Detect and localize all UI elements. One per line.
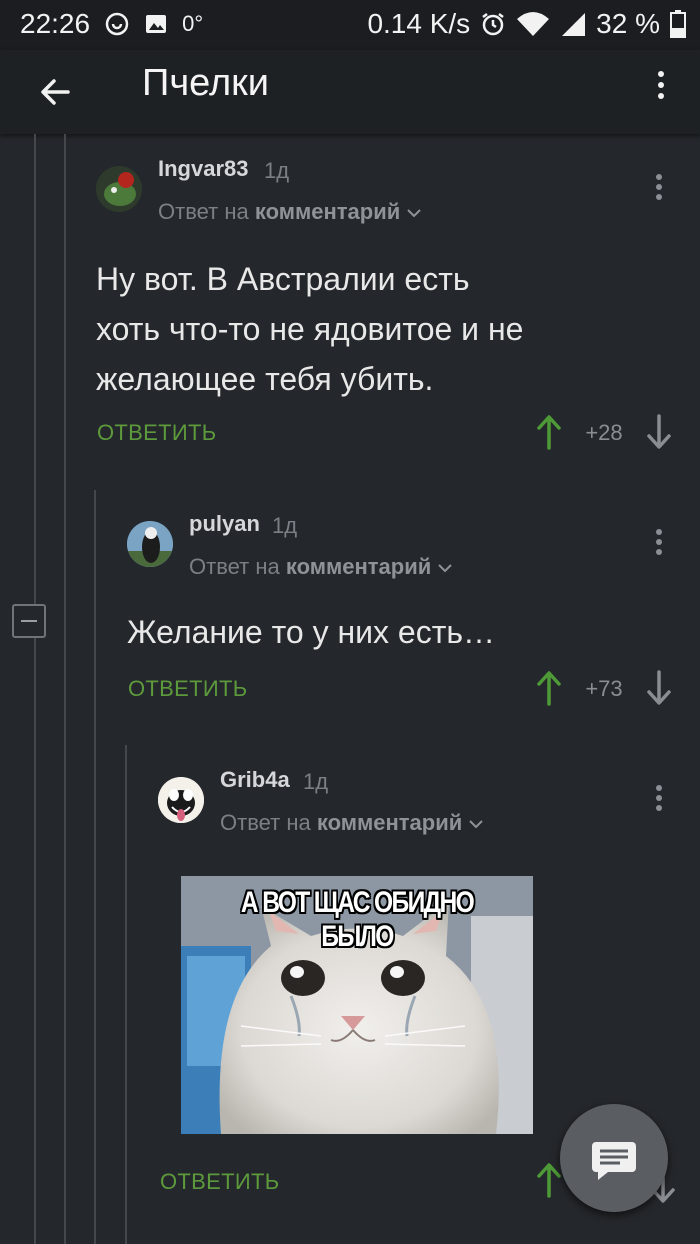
battery-icon <box>670 10 686 38</box>
comment-age: 1д <box>303 769 329 794</box>
upvote-icon[interactable] <box>534 670 564 706</box>
status-network-speed: 0.14 K/s <box>367 8 471 39</box>
reply-to-link[interactable]: Ответ на комментарий <box>189 554 453 580</box>
avatar[interactable] <box>158 777 204 823</box>
reply-to-target: комментарий <box>254 199 401 224</box>
comment-username[interactable]: Ingvar83 <box>158 156 249 182</box>
comment-text-line: хоть что-то не ядовитое и не <box>96 311 524 347</box>
comment-text-line: желающее тебя убить. <box>96 361 434 397</box>
comment-age: 1д <box>264 158 290 183</box>
status-time: 22:26 <box>20 8 91 39</box>
comment-text: Ну вот. В Австралии есть хоть что-то не … <box>96 254 523 404</box>
comment-menu-icon[interactable] <box>650 170 668 210</box>
thread-line <box>34 134 36 1244</box>
thread-line <box>125 745 127 1244</box>
page-title: Пчелки <box>142 62 270 104</box>
reply-to-prefix: Ответ на <box>158 199 249 224</box>
reply-to-target: комментарий <box>316 810 463 835</box>
chevron-down-icon <box>407 209 422 218</box>
comment-icon <box>592 1142 636 1180</box>
sync-icon <box>105 12 129 36</box>
meme-caption: А ВОТ ЩАС ОБИДНО БЫЛО <box>240 886 475 953</box>
reply-button[interactable]: ОТВЕТИТЬ <box>97 420 216 446</box>
comment-fab-button[interactable] <box>560 1104 668 1212</box>
reply-to-link[interactable]: Ответ на комментарий <box>158 199 422 225</box>
thread-line <box>94 490 96 1244</box>
comment-username[interactable]: Grib4a <box>220 767 290 793</box>
reply-to-prefix: Ответ на <box>220 810 311 835</box>
thread-line <box>64 134 66 1244</box>
reply-button[interactable]: ОТВЕТИТЬ <box>128 676 247 702</box>
signal-icon <box>562 13 586 36</box>
arrow-left-icon[interactable] <box>34 70 78 114</box>
comment-text-line: Ну вот. В Австралии есть <box>96 261 470 297</box>
reply-to-target: комментарий <box>285 554 432 579</box>
collapse-thread-button[interactable] <box>12 604 46 638</box>
alarm-icon <box>482 13 504 36</box>
comment-menu-icon[interactable] <box>650 781 668 821</box>
reply-button[interactable]: ОТВЕТИТЬ <box>160 1169 279 1195</box>
comment-score: +73 <box>585 676 623 701</box>
chevron-down-icon <box>469 820 484 829</box>
avatar[interactable] <box>127 521 173 567</box>
app-bar: Пчелки <box>0 50 700 134</box>
wifi-icon <box>517 12 550 36</box>
downvote-icon[interactable] <box>644 414 674 450</box>
image-icon <box>146 15 167 33</box>
status-temperature: 0° <box>182 11 204 36</box>
reply-to-prefix: Ответ на <box>189 554 280 579</box>
status-battery: 32 % <box>596 8 660 39</box>
comment-menu-icon[interactable] <box>650 525 668 565</box>
comment-text-line: Желание то у них есть… <box>127 614 496 650</box>
comment-text: Желание то у них есть… <box>127 607 495 657</box>
more-vertical-icon[interactable] <box>652 66 670 118</box>
comment-age: 1д <box>272 513 298 538</box>
comment-score: +28 <box>585 420 623 445</box>
downvote-icon[interactable] <box>644 670 674 706</box>
upvote-icon[interactable] <box>534 414 564 450</box>
comment-username[interactable]: pulyan <box>189 511 260 537</box>
chevron-down-icon <box>438 564 453 573</box>
comment-image[interactable]: А ВОТ ЩАС ОБИДНО БЫЛО <box>181 876 533 1134</box>
avatar[interactable] <box>96 166 142 212</box>
status-bar: 22:26 0° 0.14 K/s 32 % <box>0 0 700 50</box>
reply-to-link[interactable]: Ответ на комментарий <box>220 810 484 836</box>
